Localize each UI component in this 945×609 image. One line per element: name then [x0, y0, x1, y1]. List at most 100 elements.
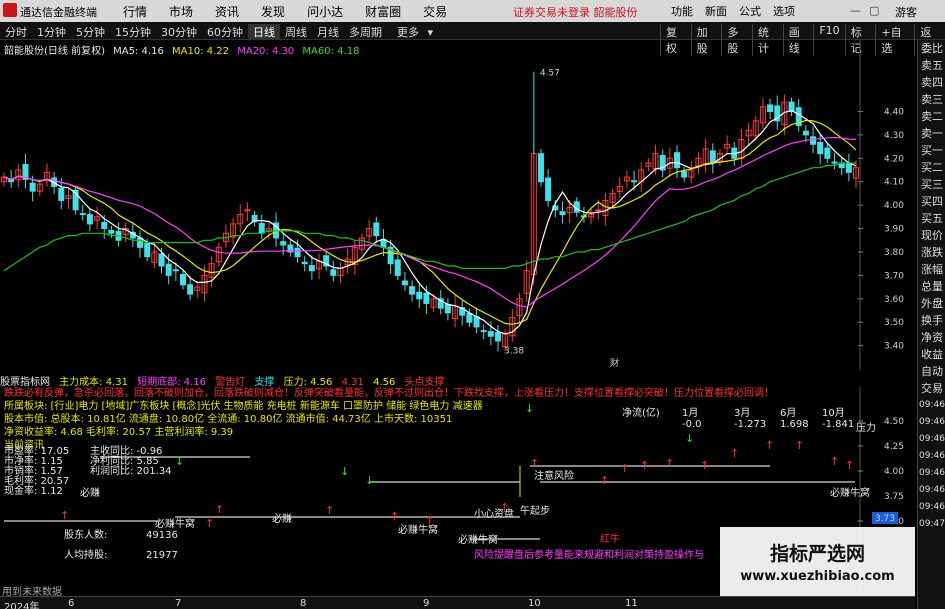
ma10-value: MA10: 4.22	[172, 46, 230, 57]
menu-item-new-page[interactable]: 新面	[699, 3, 733, 19]
candle-body	[559, 211, 566, 216]
sidebar-item-3[interactable]: 卖三	[918, 91, 945, 108]
ind-y-tick-label: 4.25	[884, 442, 904, 452]
y-tick-label: 3.60	[884, 295, 904, 305]
candle-body	[480, 330, 487, 333]
candle-body	[824, 147, 831, 159]
cash-ratio: 现金率: 1.12	[4, 486, 63, 497]
sidebar-item-20[interactable]: 交易	[918, 380, 945, 397]
sidebar-item-11[interactable]: 现价	[918, 227, 945, 244]
tab-multi-period[interactable]: 多周期	[344, 24, 387, 40]
signal-buy-2: 必赚	[272, 514, 292, 525]
candle-body	[409, 286, 416, 295]
candle-body	[158, 253, 165, 267]
signal-hold-3: 必赚牛窝	[398, 525, 438, 536]
tab-15min[interactable]: 15分钟	[110, 24, 156, 40]
sidebar-item-7[interactable]: 买二	[918, 159, 945, 176]
tab-60min[interactable]: 60分钟	[202, 24, 248, 40]
tab-30min[interactable]: 30分钟	[156, 24, 202, 40]
tab-5min[interactable]: 5分钟	[71, 24, 110, 40]
ma60-line	[3, 162, 856, 272]
menu-item-market[interactable]: 市场	[158, 3, 204, 20]
menu-item-options[interactable]: 选项	[767, 3, 801, 19]
tab-1min[interactable]: 1分钟	[32, 24, 71, 40]
signal-hold-4: 必赚牛窝	[458, 535, 498, 546]
last-price-label: 3.73	[875, 514, 895, 524]
menu-item-trade[interactable]: 交易	[412, 3, 458, 20]
menu-item-wealth[interactable]: 财富圈	[354, 3, 412, 20]
timeframe-tabs: 分时 1分钟 5分钟 15分钟 30分钟 60分钟 日线 周线 月线 多周期 更…	[0, 24, 438, 40]
candle-body	[244, 209, 251, 212]
candle-body	[802, 130, 809, 136]
y-tick-label: 3.70	[884, 271, 904, 281]
kline-chart[interactable]: 4.40 4.30 4.20 4.10 4.00 3.90 3.80 3.70 3.60 3.50…	[0, 40, 915, 370]
sidebar-item-0[interactable]: 委比	[918, 40, 945, 57]
sidebar-item-1[interactable]: 卖五	[918, 57, 945, 74]
sidebar-item-8[interactable]: 买三	[918, 176, 945, 193]
y-tick-label: 4.00	[884, 201, 904, 211]
sidebar-item-15[interactable]: 外盘	[918, 295, 945, 312]
sidebar-item-2[interactable]: 卖四	[918, 74, 945, 91]
indicator-header: 股票指标网 主力成本: 4.31 短期底部: 4.16 警告灯 支撑 压力: 4…	[0, 373, 915, 388]
candle-body	[394, 259, 401, 276]
right-quote-sidebar: 委比 卖五 卖四 卖三 卖二 卖一 买一 买二 买三 买四 买五 现价 涨跌 涨幅 总量 外盘 换手 净资 收益 自动…	[917, 40, 945, 609]
app-name: 通达信金融终端	[20, 6, 97, 19]
candle-body	[301, 261, 308, 265]
watermark-url: www.xuezhibiao.com	[740, 569, 895, 584]
sidebar-item-5[interactable]: 卖一	[918, 125, 945, 142]
sidebar-time-1: 09:46	[919, 417, 945, 427]
sidebar-item-4[interactable]: 卖二	[918, 108, 945, 125]
net-flow-label: 净流(亿)	[622, 408, 660, 419]
sidebar-item-16[interactable]: 换手	[918, 312, 945, 329]
candle-body	[187, 284, 194, 295]
candle-body	[444, 303, 451, 314]
candle-body	[681, 170, 688, 178]
sidebar-item-14[interactable]: 总量	[918, 278, 945, 295]
tab-intraday[interactable]: 分时	[0, 24, 32, 40]
menu-item-news[interactable]: 资讯	[204, 3, 250, 20]
menu-item-ask[interactable]: 问小达	[296, 3, 354, 20]
candle-body	[545, 177, 552, 201]
red-up-arrow: ↑	[600, 474, 609, 487]
candle-body	[373, 222, 380, 237]
sidebar-item-9[interactable]: 买四	[918, 193, 945, 210]
tab-monthly[interactable]: 月线	[312, 24, 344, 40]
sidebar-item-18[interactable]: 收益	[918, 346, 945, 363]
signal-warning-bottom: 风险提醒盘后参考量能来规避和利润对策持盈操作与	[474, 550, 704, 561]
shareholder-box: 股东人数: 49136 人均持股: 21977	[64, 526, 206, 566]
restore-icon[interactable]: ▢	[869, 4, 879, 17]
tab-weekly[interactable]: 周线	[280, 24, 312, 40]
month-7: 7	[175, 598, 182, 609]
menu-item-formula[interactable]: 公式	[733, 3, 767, 19]
red-up-arrow: ↑	[325, 504, 334, 517]
tab-more[interactable]: 更多 ▾	[387, 24, 438, 40]
flow-3m-label: 3月	[734, 408, 751, 419]
sidebar-item-10[interactable]: 买五	[918, 210, 945, 227]
candle-body	[631, 180, 638, 183]
avg-holding-label: 人均持股:	[64, 550, 108, 561]
menu-item-discover[interactable]: 发现	[250, 3, 296, 20]
sidebar-item-17[interactable]: 净资	[918, 329, 945, 346]
y-tick-label: 4.10	[884, 178, 904, 188]
sidebar-item-13[interactable]: 涨幅	[918, 261, 945, 278]
sidebar-item-6[interactable]: 买一	[918, 142, 945, 159]
candle-body	[537, 153, 544, 183]
login-warning[interactable]: 证券交易未登录 韶能股份	[513, 4, 638, 20]
menu-item-quotes[interactable]: 行情	[112, 3, 158, 20]
avg-holding-value: 21977	[146, 550, 178, 561]
sidebar-item-12[interactable]: 涨跌	[918, 244, 945, 261]
minimize-icon[interactable]: —	[850, 4, 861, 17]
candle-body	[330, 269, 337, 276]
sidebar-time-0: 09:46	[919, 400, 945, 410]
guest-label[interactable]: 游客	[895, 4, 917, 20]
ind-y-tick-label: 4.50	[884, 417, 904, 427]
menu-item-function[interactable]: 功能	[665, 3, 699, 19]
flow-1m-value: -0.0	[682, 419, 702, 430]
month-11: 11	[625, 598, 638, 609]
low-price-label: 3.38	[504, 346, 524, 356]
candle-body	[709, 150, 716, 164]
red-up-arrow: ↑	[205, 517, 214, 530]
sidebar-item-19[interactable]: 自动	[918, 363, 945, 380]
tab-daily[interactable]: 日线	[248, 24, 280, 40]
flow-1m-label: 1月	[682, 408, 699, 419]
